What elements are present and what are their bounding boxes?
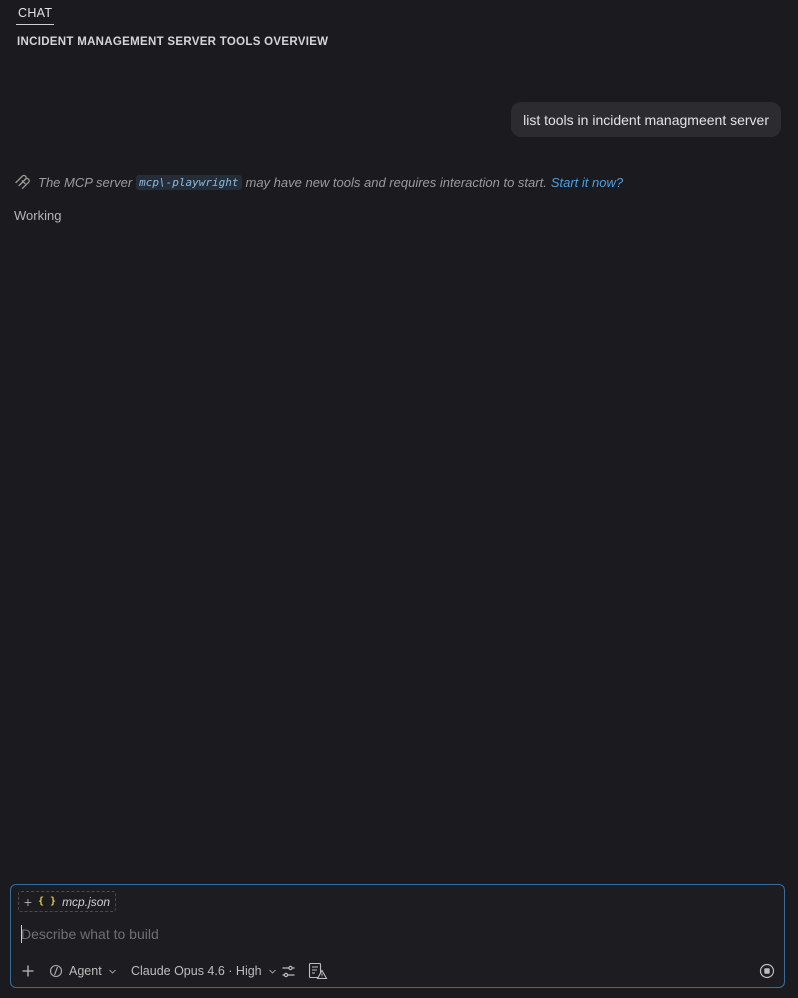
attachment-chip[interactable]: + { } mcp.json	[18, 891, 117, 912]
tab-chat[interactable]: CHAT	[16, 6, 55, 25]
mcp-server-icon	[14, 173, 32, 191]
document-warning-icon	[308, 962, 328, 980]
mode-label: Agent	[69, 964, 102, 978]
user-message: list tools in incident managmeent server	[511, 102, 781, 137]
configure-tools-button[interactable]	[281, 959, 296, 983]
agent-icon	[49, 964, 63, 978]
notice-prefix: The MCP server	[38, 174, 133, 190]
attachment-name: mcp.json	[62, 894, 111, 909]
sliders-icon	[282, 965, 295, 977]
start-server-link[interactable]: Start it now?	[551, 175, 623, 190]
user-message-text: list tools in incident managmeent server	[523, 111, 769, 128]
add-button[interactable]	[21, 959, 35, 983]
page-title: INCIDENT MANAGEMENT SERVER TOOLS OVERVIE…	[17, 36, 329, 48]
model-picker[interactable]: Claude Opus 4.6 · High	[131, 959, 277, 983]
server-name: mcp\-playwright	[136, 174, 242, 190]
chevron-down-icon	[268, 969, 276, 974]
chat-composer: + { } mcp.json Agent	[10, 884, 785, 988]
composer-toolbar: Agent Claude Opus 4.6 · High	[11, 959, 784, 983]
status-text: Working	[14, 208, 62, 223]
model-label: Claude Opus 4.6 · High	[131, 964, 262, 978]
add-context-icon[interactable]: +	[22, 894, 34, 910]
plus-icon	[22, 965, 34, 977]
text-caret	[21, 925, 22, 943]
mode-picker[interactable]: Agent	[49, 959, 117, 983]
mcp-notice: The MCP server mcp\-playwright may have …	[14, 172, 623, 192]
context-warning-button[interactable]	[308, 959, 328, 983]
notice-suffix: may have new tools and requires interact…	[245, 174, 547, 190]
braces-icon: { }	[38, 896, 57, 907]
chevron-down-icon	[108, 969, 116, 974]
stop-icon	[759, 963, 775, 979]
chat-panel: CHAT INCIDENT MANAGEMENT SERVER TOOLS OV…	[0, 0, 798, 998]
stop-button[interactable]	[759, 959, 775, 983]
tab-bar: CHAT	[0, 0, 798, 26]
chat-input[interactable]	[21, 923, 741, 945]
